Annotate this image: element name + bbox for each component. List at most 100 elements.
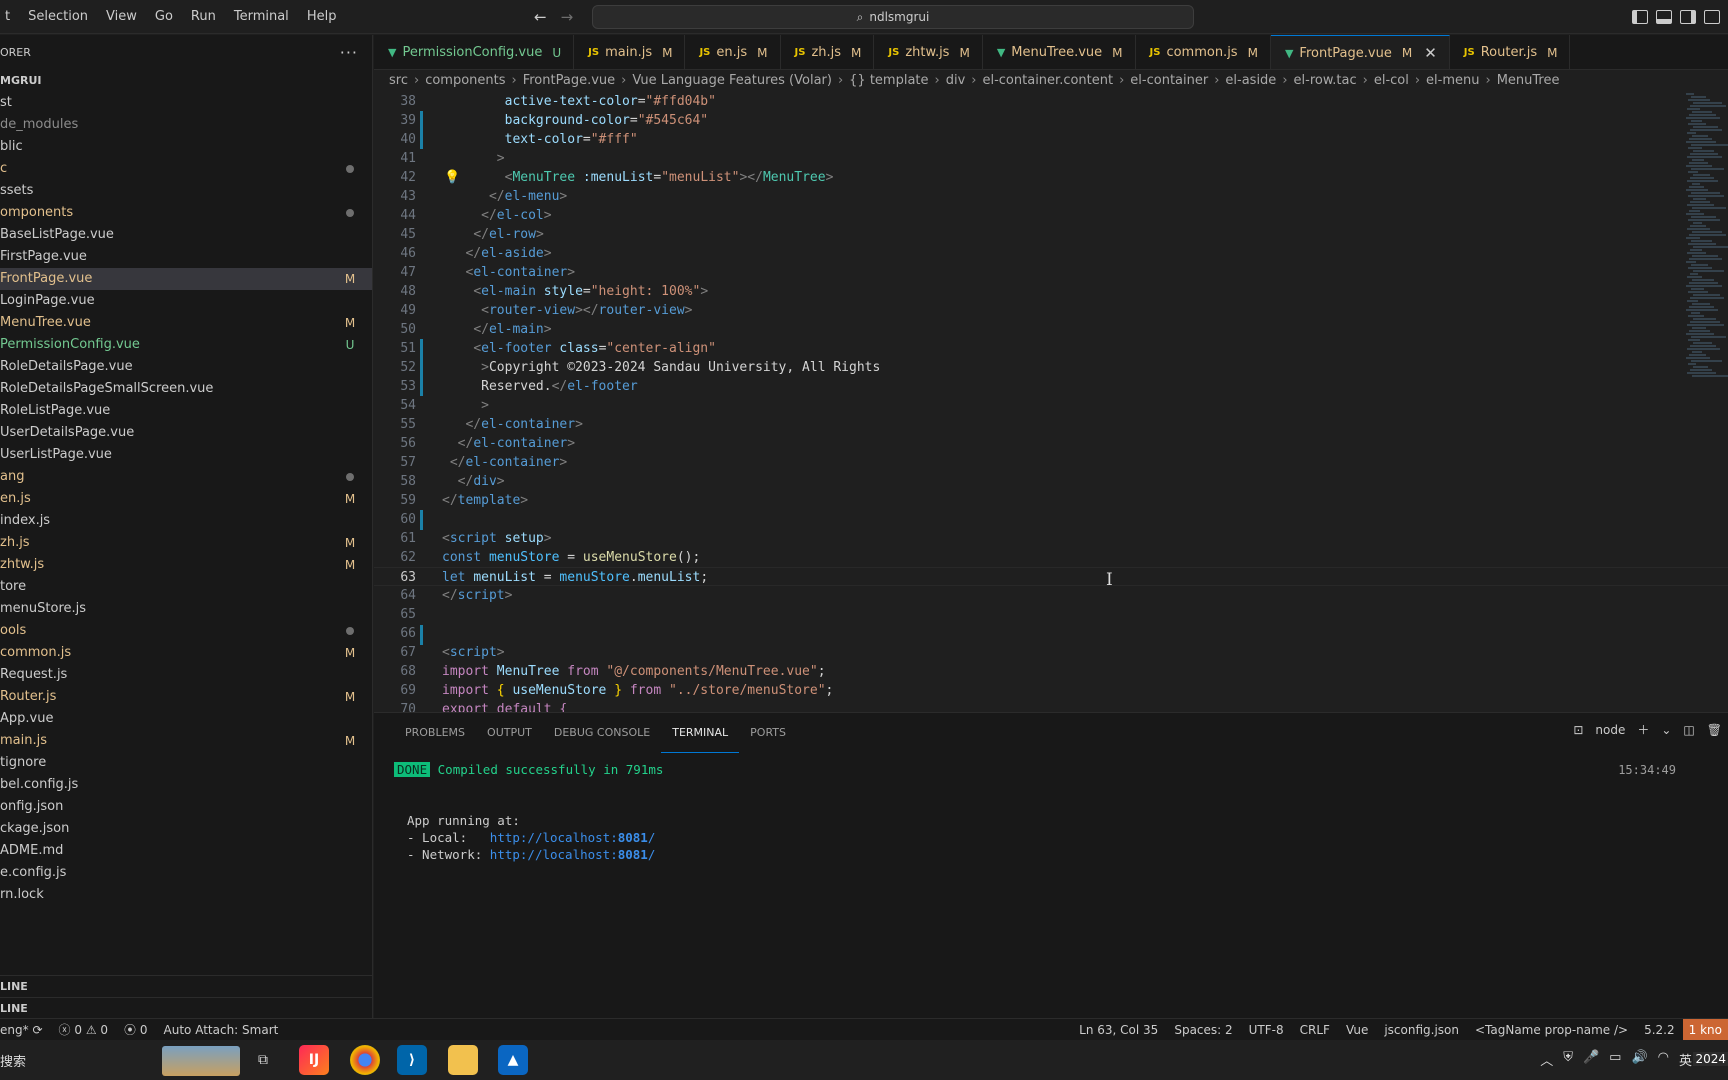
explorer-item[interactable]: menuStore.js [0,598,372,620]
breadcrumb-item[interactable]: div [946,70,966,92]
panel-tab[interactable]: DEBUG CONSOLE [543,713,661,753]
explorer-item[interactable]: tignore [0,752,372,774]
breadcrumb-item[interactable]: src [389,70,408,92]
customize-layout-icon[interactable] [1704,10,1720,24]
explorer-item[interactable]: index.js [0,510,372,532]
problems-indicator[interactable]: ⓧ 0 ⚠ 0 [51,1019,117,1041]
cursor-position[interactable]: Ln 63, Col 35 [1071,1019,1166,1041]
chrome-browser-icon[interactable] [350,1045,380,1075]
volume-icon[interactable]: 🔊 [1631,1050,1647,1069]
editor-tab[interactable]: ▼ PermissionConfig.vue U [374,35,575,69]
command-center-search[interactable]: ⌕ ndlsmgrui [592,5,1194,29]
editor-tab[interactable]: JS en.js M [685,35,781,69]
toggle-panel-icon[interactable] [1656,10,1672,24]
explorer-item[interactable]: BaseListPage.vue [0,224,372,246]
explorer-item[interactable]: RoleDetailsPageSmallScreen.vue [0,378,372,400]
explorer-root-folder[interactable]: MGRUI [0,70,372,92]
panel-tab[interactable]: OUTPUT [476,713,543,753]
vscode-app-icon[interactable]: ⟩ [397,1045,427,1075]
breadcrumb-item[interactable]: el-menu [1426,70,1479,92]
explorer-item[interactable]: common.js M [0,642,372,664]
explorer-item[interactable]: Router.js M [0,686,372,708]
explorer-item[interactable]: UserDetailsPage.vue [0,422,372,444]
explorer-item[interactable]: RoleListPage.vue [0,400,372,422]
menu-item[interactable]: Terminal [225,0,298,34]
breadcrumb-item[interactable]: el-aside [1225,70,1276,92]
explorer-item[interactable]: tore [0,576,372,598]
photos-app-icon[interactable]: ▲ [498,1045,528,1075]
widget-thumbnail[interactable] [162,1046,240,1076]
auto-attach-status[interactable]: Auto Attach: Smart [156,1019,287,1041]
explorer-item[interactable]: main.js M [0,730,372,752]
explorer-item[interactable]: ssets [0,180,372,202]
timeline-section[interactable]: LINE [0,997,372,1019]
back-arrow-icon[interactable]: ← [534,8,547,26]
chevron-down-icon[interactable]: ⌄ [1661,723,1671,737]
more-actions-icon[interactable]: ··· [340,43,358,62]
explorer-item[interactable]: st [0,92,372,114]
toggle-secondary-sidebar-icon[interactable] [1680,10,1696,24]
battery-icon[interactable]: ▭ [1609,1050,1621,1069]
split-terminal-icon[interactable]: ◫ [1683,723,1694,737]
network-url-link[interactable]: http://localhost:8081/ [490,847,656,862]
explorer-item[interactable]: UserListPage.vue [0,444,372,466]
explorer-item[interactable]: FirstPage.vue [0,246,372,268]
breadcrumb-item[interactable]: MenuTree [1497,70,1560,92]
taskbar-search[interactable]: 搜索 [0,1051,26,1070]
encoding[interactable]: UTF-8 [1241,1019,1292,1041]
breadcrumb-item[interactable]: {} template [849,70,928,92]
tag-name-case[interactable]: <TagName prop-name /> [1467,1019,1636,1041]
minimap[interactable] [1682,92,1728,472]
explorer-item[interactable]: c [0,158,372,180]
terminal-shell-name[interactable]: node [1595,723,1625,737]
kill-terminal-icon[interactable]: 🗑 [1707,723,1722,737]
explorer-item[interactable]: MenuTree.vue M [0,312,372,334]
explorer-item[interactable]: ckage.json [0,818,372,840]
tray-overflow-icon[interactable]: ︿ [1540,1050,1553,1069]
clock[interactable]: 2024 [1693,1052,1728,1066]
git-branch[interactable]: eng* ⟳ [0,1019,51,1041]
local-url-link[interactable]: http://localhost:8081/ [490,830,656,845]
explorer-item[interactable]: blic [0,136,372,158]
editor-tab[interactable]: JS zhtw.js M [874,35,983,69]
input-language[interactable]: 英 [1679,1050,1692,1069]
explorer-item[interactable]: FrontPage.vue M [0,268,372,290]
explorer-item[interactable]: Request.js [0,664,372,686]
explorer-item[interactable]: e.config.js [0,862,372,884]
menu-item[interactable]: Help [298,0,346,34]
code-editor[interactable]: 💡 38 active-text-color="#ffd04b" 39 backg… [374,92,1728,712]
shield-icon[interactable]: ⛨ [1563,1050,1573,1069]
explorer-item[interactable]: PermissionConfig.vue U [0,334,372,356]
panel-tab[interactable]: TERMINAL [661,713,740,753]
explorer-item[interactable]: LoginPage.vue [0,290,372,312]
ports-indicator[interactable]: ⦿ 0 [116,1019,155,1041]
explorer-item[interactable]: zh.js M [0,532,372,554]
panel-tab[interactable]: PORTS [739,713,797,753]
explorer-item[interactable]: omponents [0,202,372,224]
panel-tab[interactable]: PROBLEMS [394,713,476,753]
breadcrumb-item[interactable]: Vue Language Features (Volar) [632,70,832,92]
menu-item[interactable]: View [97,0,146,34]
task-view-icon[interactable]: ⧉ [248,1045,278,1075]
breadcrumb-item[interactable]: el-row.tac [1294,70,1357,92]
explorer-item[interactable]: RoleDetailsPage.vue [0,356,372,378]
explorer-item[interactable]: ools [0,620,372,642]
breadcrumb-item[interactable]: components [425,70,505,92]
explorer-item[interactable]: rn.lock [0,884,372,906]
editor-tab[interactable]: JS Router.js M [1450,35,1571,69]
explorer-item[interactable]: App.vue [0,708,372,730]
breadcrumb-item[interactable]: el-container.content [982,70,1113,92]
new-terminal-icon[interactable]: ＋ [1637,721,1649,738]
file-explorer-icon[interactable] [448,1045,478,1075]
jetbrains-app-icon[interactable]: IJ [299,1045,329,1075]
explorer-item[interactable]: en.js M [0,488,372,510]
status-notification[interactable]: 1 kno [1682,1019,1728,1041]
menu-item[interactable]: t [0,0,19,34]
microphone-icon[interactable]: 🎤 [1583,1050,1599,1069]
explorer-item[interactable]: ADME.md [0,840,372,862]
end-of-line[interactable]: CRLF [1292,1019,1338,1041]
menu-item[interactable]: Go [146,0,182,34]
jsconfig-status[interactable]: jsconfig.json [1376,1019,1467,1041]
outline-section[interactable]: LINE [0,975,372,997]
breadcrumb-item[interactable]: FrontPage.vue [523,70,615,92]
